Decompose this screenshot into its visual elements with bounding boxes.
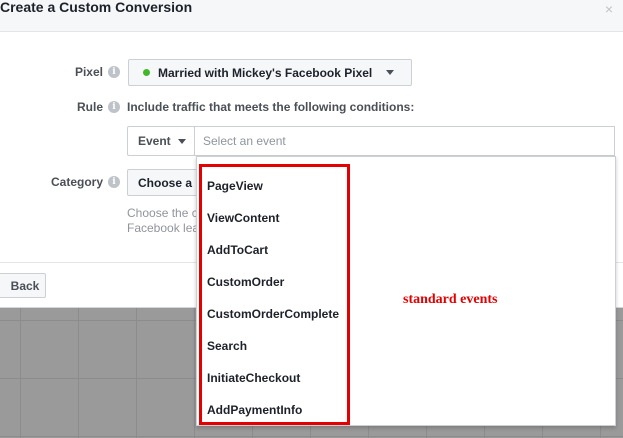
pixel-selector[interactable]: Married with Mickey's Facebook Pixel <box>128 59 412 86</box>
standard-events-highlight <box>199 164 350 425</box>
info-icon: i <box>108 101 120 113</box>
pixel-selected: Married with Mickey's Facebook Pixel <box>158 65 373 80</box>
info-icon: i <box>108 66 120 78</box>
rule-type-selector[interactable]: Event <box>127 126 195 156</box>
category-label: Category <box>50 175 103 189</box>
chevron-down-icon <box>386 70 395 75</box>
category-selector-label: Choose a <box>138 175 193 190</box>
dialog-header: Create a Custom Conversion × <box>0 0 623 32</box>
rule-label: Rule <box>76 100 103 114</box>
event-search-input[interactable]: Select an event <box>194 126 615 156</box>
back-button[interactable]: Back <box>0 273 46 298</box>
rule-type-label: Event <box>138 134 171 148</box>
back-button-label: Back <box>10 278 40 293</box>
event-placeholder: Select an event <box>203 134 286 148</box>
rule-description: Include traffic that meets the following… <box>127 100 415 114</box>
pixel-label: Pixel <box>74 65 103 79</box>
chevron-down-icon <box>177 138 186 144</box>
status-dot-icon <box>143 69 150 76</box>
close-icon[interactable]: × <box>605 1 613 17</box>
category-helper-line1: Choose the c <box>127 206 198 220</box>
info-icon: i <box>108 176 120 188</box>
dialog-title: Create a Custom Conversion <box>0 0 193 15</box>
category-helper-line2: Facebook lea <box>127 221 200 235</box>
category-selector[interactable]: Choose a <box>127 169 207 196</box>
standard-events-annotation: standard events <box>403 292 498 307</box>
